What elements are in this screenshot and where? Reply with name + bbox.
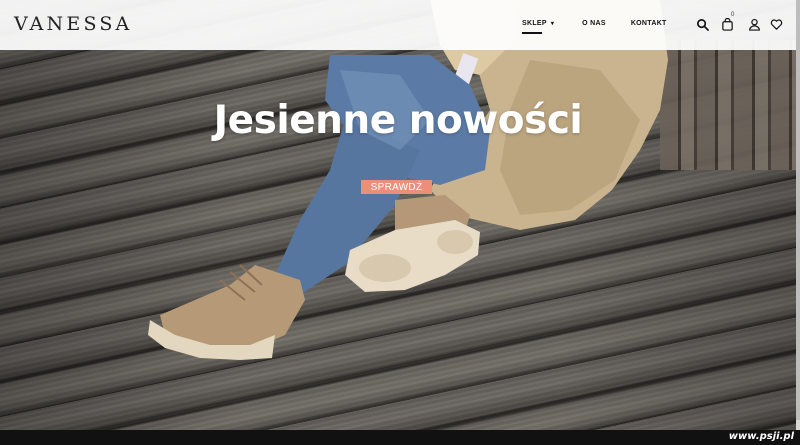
cart-button[interactable]: 0	[720, 12, 734, 32]
cart-icon	[721, 17, 733, 31]
nav-item-sklep[interactable]: SKLEP ▾	[522, 20, 555, 34]
main-nav: SKLEP ▾ O NAS KONTAKT	[522, 20, 667, 34]
hero-headline: Jesienne nowości	[213, 98, 583, 143]
bottom-bar: www.psji.pl	[0, 430, 800, 445]
cart-count-badge: 0	[731, 12, 735, 18]
chevron-down-icon: ▾	[550, 21, 555, 27]
site-header: VANESSA SKLEP ▾ O NAS KONTAKT 0	[0, 0, 796, 50]
logo[interactable]: VANESSA	[14, 13, 132, 35]
cta-button[interactable]: SPRAWDŹ	[361, 180, 432, 194]
scrollbar[interactable]	[796, 0, 800, 430]
nav-label-o-nas: O NAS	[582, 20, 606, 27]
hero-banner	[0, 0, 800, 445]
user-icon	[748, 18, 760, 31]
wishlist-button[interactable]	[769, 16, 783, 32]
nav-item-o-nas[interactable]: O NAS	[582, 20, 606, 27]
search-button[interactable]	[695, 16, 709, 32]
sole-heel	[437, 230, 473, 254]
header-icons: 0	[695, 12, 783, 32]
sole-tread	[359, 254, 411, 282]
hero-photo	[148, 0, 668, 360]
heart-icon	[770, 18, 782, 30]
nav-label-sklep: SKLEP	[522, 20, 547, 27]
nav-item-kontakt[interactable]: KONTAKT	[631, 20, 667, 27]
watermark: www.psji.pl	[728, 431, 794, 442]
scrollbar-thumb[interactable]	[796, 0, 800, 420]
nav-label-kontakt: KONTAKT	[630, 20, 667, 27]
account-button[interactable]	[747, 16, 761, 32]
search-icon	[696, 18, 709, 31]
